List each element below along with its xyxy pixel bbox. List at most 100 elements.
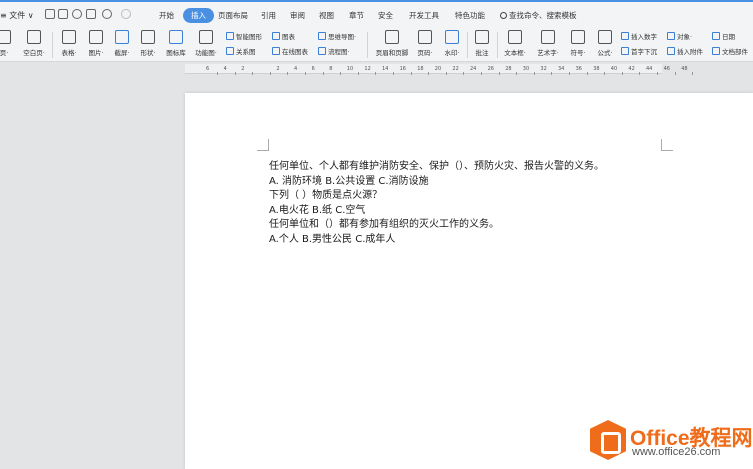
symbol-button[interactable]: 符号·: [566, 30, 590, 57]
tab-references[interactable]: 引用: [261, 10, 276, 21]
ruler-tick: [322, 72, 324, 75]
tab-section[interactable]: 章节: [349, 10, 364, 21]
tab-review[interactable]: 审阅: [290, 10, 305, 21]
blank-page-button[interactable]: 空白页·: [20, 30, 48, 57]
smart-shape-button[interactable]: 智能图形: [226, 31, 262, 41]
ruler-tick: [639, 72, 641, 75]
watermark-button[interactable]: 水印·: [440, 30, 464, 57]
table-button[interactable]: 表格·: [58, 30, 80, 57]
save-icon[interactable]: [45, 9, 55, 19]
ruler-tick: [621, 72, 623, 75]
object-button[interactable]: 对象·: [667, 31, 692, 41]
divider: [52, 32, 53, 58]
format-painter-icon[interactable]: [58, 9, 68, 19]
tab-page-layout[interactable]: 页面布局: [218, 10, 248, 21]
ruler-tick: [657, 72, 658, 75]
question-3: 任何单位和（）都有参加有组织的灭火工作的义务。: [269, 219, 499, 230]
ruler-tick: [375, 72, 377, 75]
tab-developer[interactable]: 开发工具: [409, 10, 439, 21]
date-button[interactable]: 日期: [712, 31, 735, 41]
ruler-label: 40: [610, 66, 618, 72]
ruler-label: 6: [311, 66, 315, 72]
ruler-label: 4: [294, 66, 298, 72]
attachment-label: 插入附件: [677, 48, 703, 56]
icon-library-button[interactable]: 图标库: [163, 30, 189, 57]
flow-chart-button[interactable]: 流程图·: [318, 46, 350, 56]
tab-insert[interactable]: 插入: [183, 8, 214, 23]
ruler-label: 12: [364, 66, 371, 72]
doc-parts-button[interactable]: 文档部件: [712, 46, 748, 56]
file-menu[interactable]: ≡ 文件 ∨: [0, 10, 34, 21]
ruler-label: 16: [399, 66, 406, 72]
chart-button[interactable]: 图表: [272, 31, 295, 41]
print-icon[interactable]: [72, 9, 82, 19]
ruler-label: 36: [575, 66, 582, 72]
attachment-button[interactable]: 插入附件: [667, 46, 703, 56]
comment-button[interactable]: 批注: [471, 30, 493, 57]
shape-button[interactable]: 形状·: [137, 30, 159, 57]
formula-label: 公式·: [597, 49, 613, 57]
ruler-tick: [393, 72, 394, 75]
calendar-icon: [712, 32, 720, 40]
ruler-tick: [217, 72, 218, 75]
doc-parts-icon: [712, 47, 720, 55]
wordart-button[interactable]: 艺术字·: [533, 30, 563, 57]
picture-button[interactable]: 图片·: [85, 30, 107, 57]
mind-map-button[interactable]: 思维导图·: [318, 31, 356, 41]
insert-number-button[interactable]: 插入数字: [621, 31, 657, 41]
print-preview-icon[interactable]: [86, 9, 96, 19]
textbox-label: 文本框·: [504, 49, 526, 57]
object-label: 对象·: [677, 33, 693, 41]
shape-label: 形状·: [140, 49, 156, 57]
ruler-label: 6: [206, 66, 210, 72]
function-chart-button[interactable]: 功能图·: [191, 30, 221, 57]
ruler-label: 26: [487, 66, 494, 72]
page-number-button[interactable]: 页码·: [414, 30, 436, 57]
header-footer-button[interactable]: 页眉和页脚: [372, 30, 412, 57]
ruler-label: 18: [417, 66, 424, 72]
document-body[interactable]: 任何单位、个人都有维护消防安全、保护（）、预防火灾、报告火警的义务。 A. 消防…: [269, 160, 604, 247]
ruler-label: 2: [276, 66, 280, 72]
tab-security[interactable]: 安全: [378, 10, 393, 21]
flow-chart-icon: [318, 47, 326, 55]
question-3-options: A.个人 B.男性公民 C.成年人: [269, 233, 396, 245]
ruler-tick: [498, 72, 500, 75]
redo-icon[interactable]: [121, 9, 131, 19]
page-button[interactable]: 页·: [0, 30, 14, 57]
drop-cap-label: 首字下沉: [631, 48, 657, 56]
ruler-tick: [604, 72, 606, 75]
drop-cap-button[interactable]: 首字下沉: [621, 46, 657, 56]
online-chart-button[interactable]: 在线图表: [272, 46, 308, 56]
site-watermark: Office教程网 www.office26.com: [590, 418, 753, 466]
relation-chart-button[interactable]: 关系图: [226, 46, 256, 56]
screenshot-button[interactable]: 截屏·: [111, 30, 133, 57]
ruler-tick: [586, 72, 588, 75]
document-page[interactable]: 任何单位、个人都有维护消防安全、保护（）、预防火灾、报告火警的义务。 A. 消防…: [185, 93, 753, 469]
ruler-label: 10: [346, 66, 354, 72]
command-search[interactable]: 查找命令、搜索模板: [500, 10, 577, 21]
tab-special[interactable]: 特色功能: [455, 10, 485, 21]
page-label: 页·: [0, 49, 9, 57]
chart-icon: [272, 32, 280, 40]
online-chart-label: 在线图表: [282, 48, 308, 56]
textbox-button[interactable]: 文本框·: [500, 30, 530, 57]
ruler-label: 42: [628, 66, 635, 72]
function-chart-label: 功能图·: [195, 49, 217, 57]
ruler-tick: [287, 72, 289, 75]
table-icon: [62, 30, 76, 44]
ruler-label: 28: [505, 66, 512, 72]
ruler-label: 8: [329, 66, 333, 72]
search-hint-text: 查找命令、搜索模板: [509, 11, 577, 20]
ruler-label: 38: [593, 66, 600, 72]
date-label: 日期: [722, 33, 735, 41]
smart-shape-label: 智能图形: [236, 33, 262, 41]
comment-label: 批注: [475, 49, 489, 57]
undo-icon[interactable]: [102, 9, 112, 19]
ruler-tick: [674, 72, 676, 75]
tab-view[interactable]: 视图: [319, 10, 334, 21]
ruler-label: 2: [241, 66, 245, 72]
drop-cap-icon: [621, 47, 629, 55]
tab-home[interactable]: 开始: [159, 10, 174, 21]
formula-button[interactable]: 公式·: [593, 30, 617, 57]
ruler-label: 32: [540, 66, 547, 72]
